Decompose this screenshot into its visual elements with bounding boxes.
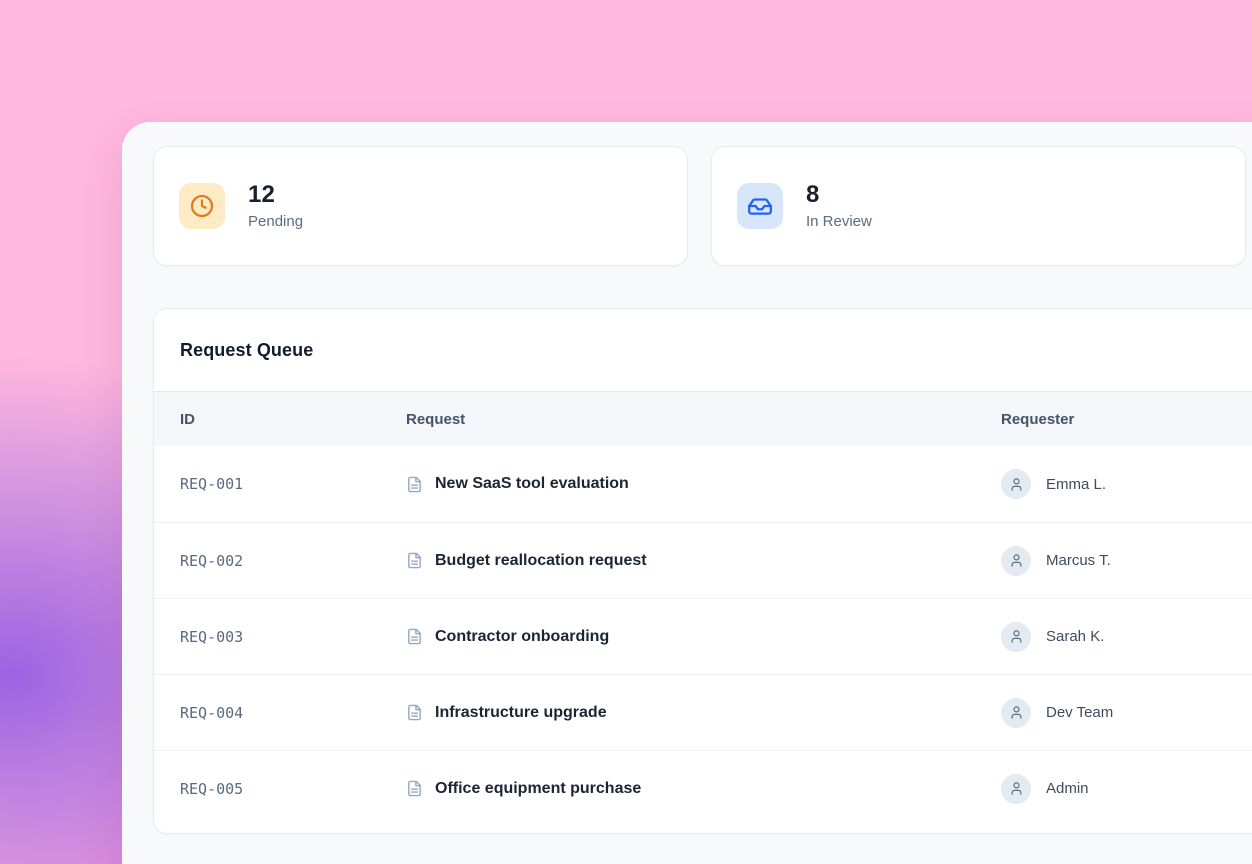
request-title: Budget reallocation request — [435, 552, 647, 570]
queue-title: Request Queue — [180, 340, 313, 361]
request-title: Contractor onboarding — [435, 628, 609, 646]
document-icon — [406, 704, 423, 721]
document-icon — [406, 476, 423, 493]
stat-icon-box — [179, 183, 225, 229]
requester-name: Sarah K. — [1046, 628, 1104, 645]
request-id: REQ-001 — [180, 475, 406, 493]
user-icon — [1009, 477, 1024, 492]
avatar — [1001, 774, 1031, 804]
request-title: Infrastructure upgrade — [435, 704, 607, 722]
stat-label: Pending — [248, 213, 303, 230]
stat-card-in-review: 8 In Review — [711, 146, 1246, 266]
request-cell: Budget reallocation request — [406, 552, 1001, 570]
requester-name: Emma L. — [1046, 476, 1106, 493]
stat-label: In Review — [806, 213, 872, 230]
stat-value: 8 — [806, 182, 872, 208]
request-queue-card: Request Queue ID Request Requester REQ-0… — [153, 308, 1252, 834]
stat-value: 12 — [248, 182, 303, 208]
document-icon — [406, 628, 423, 645]
request-cell: Contractor onboarding — [406, 628, 1001, 646]
user-icon — [1009, 705, 1024, 720]
request-id: REQ-005 — [180, 780, 406, 798]
user-icon — [1009, 629, 1024, 644]
request-cell: Office equipment purchase — [406, 780, 1001, 798]
requester-cell: Emma L. — [1001, 469, 1252, 499]
table-body: REQ-001 New SaaS tool evaluation Emma L.… — [154, 446, 1252, 826]
column-header-requester: Requester — [1001, 411, 1252, 428]
requester-name: Admin — [1046, 780, 1089, 797]
request-cell: Infrastructure upgrade — [406, 704, 1001, 722]
avatar — [1001, 698, 1031, 728]
table-row[interactable]: REQ-001 New SaaS tool evaluation Emma L. — [154, 446, 1252, 522]
requester-cell: Sarah K. — [1001, 622, 1252, 652]
table-row[interactable]: REQ-004 Infrastructure upgrade Dev Team — [154, 674, 1252, 750]
requester-name: Marcus T. — [1046, 552, 1111, 569]
request-id: REQ-004 — [180, 704, 406, 722]
document-icon — [406, 552, 423, 569]
column-header-id: ID — [180, 411, 406, 428]
avatar — [1001, 469, 1031, 499]
table-row[interactable]: REQ-002 Budget reallocation request Marc… — [154, 522, 1252, 598]
avatar — [1001, 622, 1031, 652]
table-row[interactable]: REQ-003 Contractor onboarding Sarah K. — [154, 598, 1252, 674]
clock-icon — [189, 193, 215, 219]
column-header-request: Request — [406, 411, 1001, 428]
requester-name: Dev Team — [1046, 704, 1113, 721]
requester-cell: Marcus T. — [1001, 546, 1252, 576]
requester-cell: Admin — [1001, 774, 1252, 804]
inbox-icon — [747, 193, 773, 219]
table-row[interactable]: REQ-005 Office equipment purchase Admin — [154, 750, 1252, 826]
stat-text: 12 Pending — [248, 182, 303, 229]
table-header-row: ID Request Requester — [154, 391, 1252, 446]
stat-card-pending: 12 Pending — [153, 146, 688, 266]
queue-title-bar: Request Queue — [154, 309, 1252, 391]
requester-cell: Dev Team — [1001, 698, 1252, 728]
request-title: Office equipment purchase — [435, 780, 641, 798]
stat-text: 8 In Review — [806, 182, 872, 229]
request-cell: New SaaS tool evaluation — [406, 475, 1001, 493]
avatar — [1001, 546, 1031, 576]
request-id: REQ-002 — [180, 552, 406, 570]
document-icon — [406, 780, 423, 797]
main-panel: 12 Pending 8 In Review Request Queue ID … — [122, 122, 1252, 864]
user-icon — [1009, 553, 1024, 568]
request-id: REQ-003 — [180, 628, 406, 646]
stat-icon-box — [737, 183, 783, 229]
request-title: New SaaS tool evaluation — [435, 475, 629, 493]
user-icon — [1009, 781, 1024, 796]
